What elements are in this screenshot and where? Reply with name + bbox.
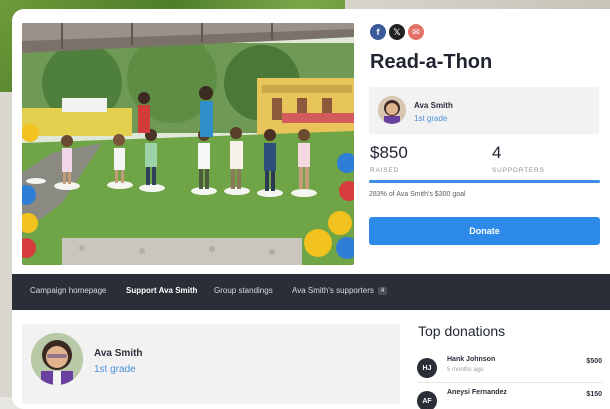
campaign-hero-image — [22, 23, 354, 265]
campaign-nav: Campaign homepage Support Ava Smith Grou… — [12, 274, 610, 310]
tab-campaign-homepage[interactable]: Campaign homepage — [30, 286, 107, 295]
facebook-icon[interactable]: f — [370, 24, 386, 40]
tab-label: Ava Smith's supporters — [292, 286, 374, 295]
campaign-title: Read-a-Thon — [370, 51, 493, 73]
tab-label: Support Ava Smith — [126, 286, 198, 295]
donor-name: Hank Johnson — [447, 356, 496, 363]
supporters-count: 4 — [492, 143, 502, 162]
profile-card[interactable]: Ava Smith 1st grade — [22, 324, 400, 404]
x-icon[interactable]: 𝕏 — [389, 24, 405, 40]
tab-label: Campaign homepage — [30, 286, 107, 295]
tab-supporters[interactable]: Ava Smith's supporters 4 — [292, 286, 388, 295]
email-icon[interactable]: ✉ — [408, 24, 424, 40]
list-item: HJ Hank Johnson 5 months ago $500 — [417, 354, 602, 384]
raised-amount: $850 — [370, 143, 408, 162]
profile-name: Ava Smith — [94, 348, 143, 359]
goal-text: 283% of Ava Smith's $300 goal — [369, 191, 466, 198]
donor-avatar: HJ — [417, 358, 437, 378]
owner-card[interactable]: Ava Smith 1st grade — [369, 87, 599, 134]
background-edge — [0, 92, 12, 397]
goal-progress-fill — [369, 180, 600, 183]
avatar — [378, 96, 406, 124]
owner-name: Ava Smith — [414, 101, 453, 110]
divider — [417, 382, 602, 383]
supporters-badge: 4 — [377, 287, 388, 295]
tab-group-standings[interactable]: Group standings — [214, 286, 273, 295]
goal-progress-bar — [369, 180, 600, 183]
donor-name: Aneysi Fernandez — [447, 389, 507, 396]
donate-button[interactable]: Donate — [369, 217, 600, 245]
list-item: AF Aneysi Fernandez $150 — [417, 387, 602, 409]
donor-avatar: AF — [417, 391, 437, 409]
profile-grade: 1st grade — [94, 364, 136, 375]
campaign-card: f 𝕏 ✉ Read-a-Thon Ava Smith 1st grade $8… — [12, 9, 610, 409]
top-donations-title: Top donations — [418, 323, 506, 339]
donation-time: 5 months ago — [447, 367, 484, 373]
raised-label: RAISED — [370, 167, 400, 174]
share-buttons: f 𝕏 ✉ — [370, 24, 424, 40]
owner-grade: 1st grade — [414, 114, 448, 123]
donation-amount: $500 — [586, 358, 602, 365]
supporters-label: SUPPORTERS — [492, 167, 545, 174]
tab-support[interactable]: Support Ava Smith — [126, 286, 197, 295]
avatar — [31, 333, 83, 385]
tab-label: Group standings — [214, 286, 273, 295]
